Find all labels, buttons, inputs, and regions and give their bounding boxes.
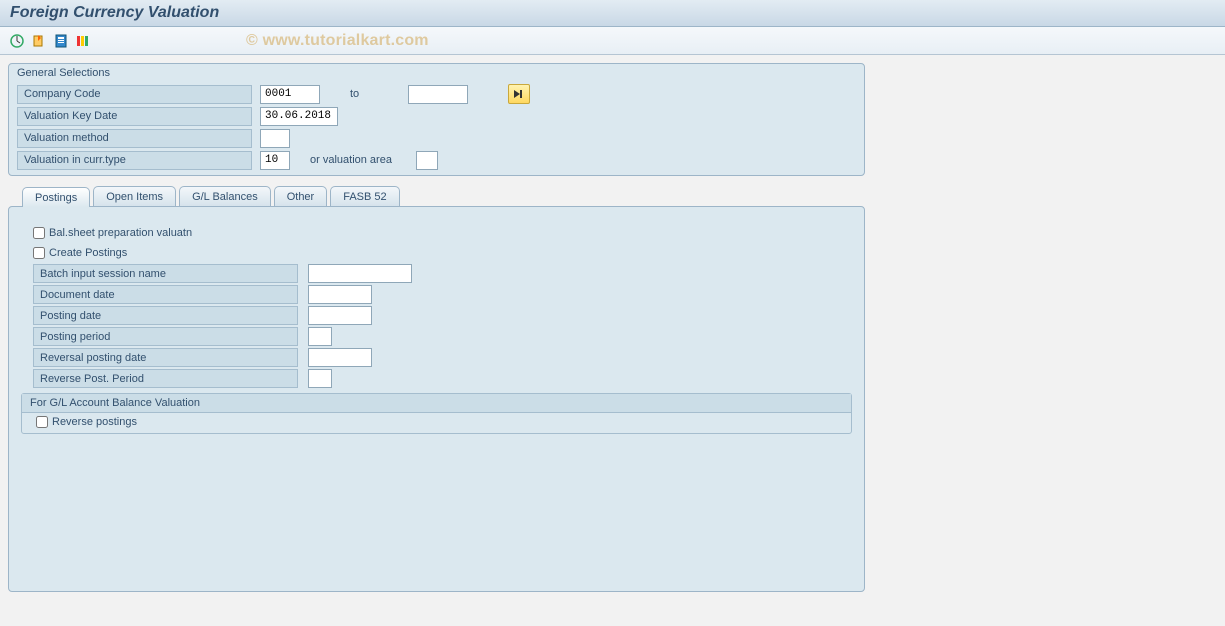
posting-date-label: Posting date <box>33 306 298 325</box>
watermark-text: © www.tutorialkart.com <box>246 32 429 50</box>
valuation-curr-type-input[interactable] <box>260 151 290 170</box>
tab-strip: Postings Open Items G/L Balances Other F… <box>8 186 865 206</box>
postings-tab-body: Bal.sheet preparation valuatn Create Pos… <box>8 206 865 592</box>
gl-balance-valuation-title: For G/L Account Balance Valuation <box>22 394 851 413</box>
valuation-area-input[interactable] <box>416 151 438 170</box>
document-date-label: Document date <box>33 285 298 304</box>
page-title: Foreign Currency Valuation <box>0 0 1225 27</box>
general-selections-heading: General Selections <box>9 64 864 83</box>
document-date-input[interactable] <box>308 285 372 304</box>
create-postings-label: Create Postings <box>49 247 127 259</box>
reversal-date-input[interactable] <box>308 348 372 367</box>
posting-date-input[interactable] <box>308 306 372 325</box>
selection-option-icon[interactable] <box>74 32 92 50</box>
posting-period-input[interactable] <box>308 327 332 346</box>
valuation-curr-type-label: Valuation in curr.type <box>17 151 252 170</box>
general-selections-group: General Selections Company Code to Valua… <box>8 63 865 176</box>
tab-other[interactable]: Other <box>274 186 328 206</box>
valuation-method-label: Valuation method <box>17 129 252 148</box>
create-postings-checkbox[interactable] <box>33 247 45 259</box>
info-icon[interactable] <box>52 32 70 50</box>
tab-gl-balances[interactable]: G/L Balances <box>179 186 271 206</box>
company-code-to-input[interactable] <box>408 85 468 104</box>
reverse-postings-checkbox[interactable] <box>36 416 48 428</box>
company-code-to-label: to <box>320 88 400 100</box>
multiple-selection-button[interactable] <box>508 84 530 104</box>
reverse-period-label: Reverse Post. Period <box>33 369 298 388</box>
tab-postings[interactable]: Postings <box>22 187 90 207</box>
bal-sheet-label: Bal.sheet preparation valuatn <box>49 227 192 239</box>
get-variant-icon[interactable] <box>30 32 48 50</box>
valuation-method-input[interactable] <box>260 129 290 148</box>
company-code-label: Company Code <box>17 85 252 104</box>
application-toolbar: © www.tutorialkart.com <box>0 27 1225 55</box>
posting-period-label: Posting period <box>33 327 298 346</box>
or-valuation-area-label: or valuation area <box>290 154 408 166</box>
reverse-postings-label: Reverse postings <box>52 416 137 428</box>
execute-icon[interactable] <box>8 32 26 50</box>
batch-input-field[interactable] <box>308 264 412 283</box>
reverse-period-input[interactable] <box>308 369 332 388</box>
valuation-key-date-label: Valuation Key Date <box>17 107 252 126</box>
gl-balance-valuation-group: For G/L Account Balance Valuation Revers… <box>21 393 852 434</box>
tab-open-items[interactable]: Open Items <box>93 186 176 206</box>
batch-input-label: Batch input session name <box>33 264 298 283</box>
content-area: General Selections Company Code to Valua… <box>0 55 1225 600</box>
tab-fasb52[interactable]: FASB 52 <box>330 186 399 206</box>
reversal-date-label: Reversal posting date <box>33 348 298 367</box>
bal-sheet-checkbox[interactable] <box>33 227 45 239</box>
company-code-input[interactable] <box>260 85 320 104</box>
valuation-key-date-input[interactable] <box>260 107 338 126</box>
